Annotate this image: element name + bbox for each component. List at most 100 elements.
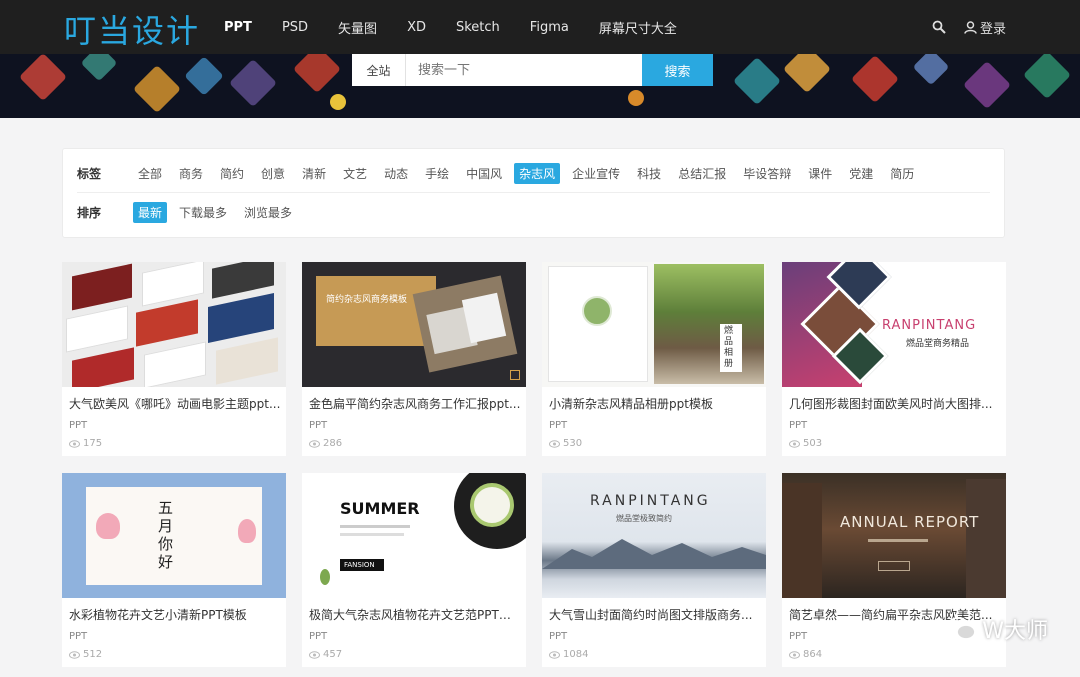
tag-chip[interactable]: 创意 — [256, 163, 290, 184]
tag-chip[interactable]: 简约 — [215, 163, 249, 184]
banner-decoration — [732, 56, 782, 106]
card-view-count: 864 — [803, 649, 823, 660]
template-card[interactable]: RANPINTANG 燃品堂商务精品 几何图形裁图封面欧美风时尚大图排... P… — [782, 262, 1006, 456]
site-logo[interactable]: 叮当设计 — [64, 6, 200, 52]
login-label: 登录 — [979, 21, 1006, 37]
card-thumb-text: RANPINTANG — [590, 493, 711, 509]
card-thumbnail[interactable]: 燃品相册 — [542, 262, 766, 387]
search-scope-select[interactable]: 全站 — [352, 54, 406, 86]
card-title[interactable]: 水彩植物花卉文艺小清新PPT模板 — [69, 606, 281, 623]
card-thumb-subtext: 燃品堂商务精品 — [906, 339, 970, 349]
card-thumbnail[interactable]: 简约杂志风商务模板 — [302, 262, 526, 387]
card-thumb-text: RANPINTANG — [882, 318, 977, 333]
card-views: 175 — [69, 438, 102, 449]
card-title[interactable]: 大气雪山封面简约时尚图文排版商务... — [549, 606, 761, 623]
tag-chip[interactable]: 课件 — [803, 163, 837, 184]
card-title[interactable]: 金色扁平简约杂志风商务工作汇报ppt... — [309, 395, 521, 412]
card-category: PPT — [549, 420, 568, 431]
card-thumbnail[interactable]: SUMMER FANSION — [302, 473, 526, 598]
tag-chip[interactable]: 动态 — [379, 163, 413, 184]
template-card[interactable]: 大气欧美风《哪吒》动画电影主题ppt... PPT 175 — [62, 262, 286, 456]
nav-item-sketch[interactable]: Sketch — [456, 20, 500, 35]
banner-decoration — [628, 90, 644, 106]
nav-item-figma[interactable]: Figma — [530, 20, 569, 35]
card-thumb-text: 燃品相册 — [724, 326, 734, 369]
nav-item-ppt[interactable]: PPT — [224, 20, 252, 35]
login-button[interactable]: 登录 — [964, 18, 1006, 37]
card-category: PPT — [309, 631, 328, 642]
template-card[interactable]: 燃品相册 小清新杂志风精品相册ppt模板 PPT 530 — [542, 262, 766, 456]
eye-icon — [789, 439, 800, 448]
card-view-count: 512 — [83, 649, 103, 660]
tag-chip[interactable]: 毕设答辩 — [738, 163, 796, 184]
sort-option[interactable]: 浏览最多 — [239, 202, 297, 223]
tag-chip[interactable]: 全部 — [133, 163, 167, 184]
tag-chip[interactable]: 科技 — [632, 163, 666, 184]
card-title[interactable]: 极简大气杂志风植物花卉文艺范PPT模... — [309, 606, 521, 623]
tag-chip[interactable]: 总结汇报 — [673, 163, 731, 184]
banner-decoration — [782, 54, 832, 94]
banner-decoration — [292, 54, 342, 94]
template-card[interactable]: SUMMER FANSION 极简大气杂志风植物花卉文艺范PPT模... PPT… — [302, 473, 526, 667]
card-thumb-text: 五月你好 — [158, 499, 174, 571]
card-thumbnail[interactable]: 五月你好 — [62, 473, 286, 598]
banner-decoration — [1022, 54, 1072, 100]
card-category: PPT — [789, 420, 808, 431]
banner-decoration — [962, 60, 1012, 110]
card-views: 503 — [789, 438, 822, 449]
card-title[interactable]: 几何图形裁图封面欧美风时尚大图排... — [789, 395, 1001, 412]
search-button[interactable]: 搜索 — [642, 54, 713, 86]
card-views: 530 — [549, 438, 582, 449]
search-bar: 全站 搜索 — [352, 54, 713, 86]
tag-chip[interactable]: 中国风 — [461, 163, 507, 184]
sort-label: 排序 — [77, 205, 102, 220]
card-view-count: 503 — [803, 438, 823, 449]
nav-item-screen-sizes[interactable]: 屏幕尺寸大全 — [599, 18, 677, 37]
card-thumbnail[interactable]: RANPINTANG 燃品堂极致简约 — [542, 473, 766, 598]
watermark: W大师 — [946, 613, 1048, 645]
template-card[interactable]: RANPINTANG 燃品堂极致简约 大气雪山封面简约时尚图文排版商务... P… — [542, 473, 766, 667]
card-title[interactable]: 大气欧美风《哪吒》动画电影主题ppt... — [69, 395, 281, 412]
card-thumb-subtext: 燃品堂极致简约 — [616, 514, 672, 523]
eye-icon — [69, 439, 80, 448]
tag-chip[interactable]: 党建 — [844, 163, 878, 184]
tag-chip[interactable]: 简历 — [885, 163, 919, 184]
tag-chip[interactable]: 手绘 — [420, 163, 454, 184]
search-icon[interactable] — [932, 20, 946, 34]
banner-decoration — [912, 54, 950, 86]
nav-item-vector[interactable]: 矢量图 — [338, 18, 377, 37]
card-view-count: 530 — [563, 438, 583, 449]
nav-item-xd[interactable]: XD — [407, 20, 426, 35]
tag-chip[interactable]: 企业宣传 — [567, 163, 625, 184]
card-title[interactable]: 小清新杂志风精品相册ppt模板 — [549, 395, 761, 412]
card-category: PPT — [69, 631, 88, 642]
template-card[interactable]: 简约杂志风商务模板 金色扁平简约杂志风商务工作汇报ppt... PPT 286 — [302, 262, 526, 456]
eye-icon — [309, 439, 320, 448]
card-thumb-subtext: FANSION — [344, 561, 375, 569]
sort-option-active[interactable]: 最新 — [133, 201, 168, 223]
card-category: PPT — [789, 631, 808, 642]
card-thumbnail[interactable]: ANNUAL REPORT — [782, 473, 1006, 598]
sort-row: 排序 最新 下载最多 浏览最多 — [77, 193, 990, 231]
user-icon — [964, 20, 977, 34]
template-card[interactable]: 五月你好 水彩植物花卉文艺小清新PPT模板 PPT 512 — [62, 473, 286, 667]
tag-chip-active[interactable]: 杂志风 — [514, 163, 561, 184]
top-right-tools: 登录 — [932, 0, 1006, 54]
card-thumbnail[interactable]: RANPINTANG 燃品堂商务精品 — [782, 262, 1006, 387]
card-view-count: 175 — [83, 438, 103, 449]
card-thumb-text: ANNUAL REPORT — [840, 513, 980, 531]
card-category: PPT — [309, 420, 328, 431]
banner-decoration — [184, 56, 224, 96]
card-thumbnail[interactable] — [62, 262, 286, 387]
banner-decoration — [228, 58, 278, 108]
tag-chip[interactable]: 文艺 — [338, 163, 372, 184]
banner-decoration — [850, 54, 900, 104]
search-input[interactable] — [406, 54, 642, 86]
sort-option[interactable]: 下载最多 — [174, 202, 232, 223]
wechat-icon — [946, 617, 977, 640]
eye-icon — [789, 650, 800, 659]
tag-chip[interactable]: 商务 — [174, 163, 208, 184]
filter-panel: 标签 全部 商务 简约 创意 清新 文艺 动态 手绘 中国风 杂志风 企业宣传 … — [62, 148, 1005, 238]
tag-chip[interactable]: 清新 — [297, 163, 331, 184]
nav-item-psd[interactable]: PSD — [282, 20, 308, 35]
